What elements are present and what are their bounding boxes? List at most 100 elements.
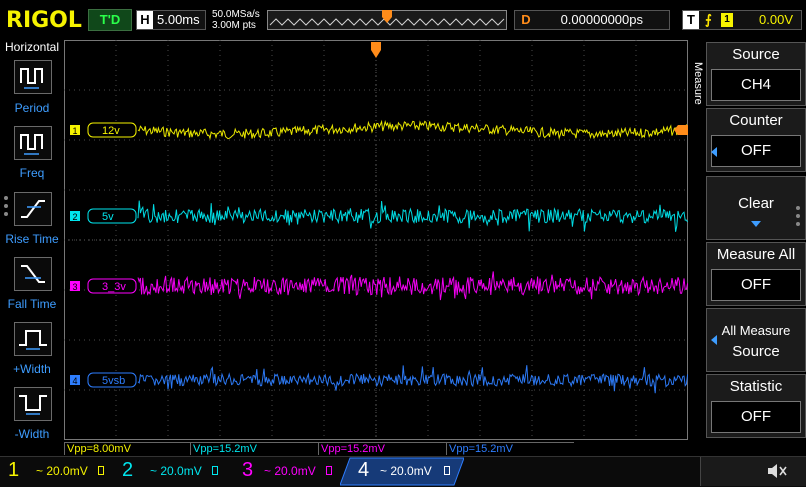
trigger-time-marker-icon (371, 42, 381, 58)
top-status-bar: RIGOL T'D H 5.00ms 50.0MSa/s 3.00M pts D… (0, 0, 806, 38)
ch1-vpp-readout: Vpp=8.00mV (64, 442, 190, 455)
measure-all-value: OFF (711, 269, 801, 301)
clear-down-arrow-icon (751, 221, 761, 227)
ch3-tab[interactable]: 3 ~ 20.0mV (228, 457, 340, 485)
trigger-source: 1 (721, 13, 733, 27)
svg-text:4: 4 (73, 376, 78, 386)
measure-menu: Measure Source CH4 Counter OFF Clear Mea… (692, 42, 806, 486)
clear-menu-item[interactable]: Clear (706, 176, 806, 240)
period-icon (20, 68, 43, 89)
all-measure-title: All Measure (721, 323, 791, 338)
fall-time-icon (21, 265, 45, 283)
horizontal-timebase[interactable]: H 5.00ms (136, 10, 206, 30)
rise-time-icon (21, 200, 45, 218)
brand-logo: RIGOL (6, 8, 82, 33)
rising-edge-icon: ⨍ (705, 12, 712, 27)
ch2-scale: ~ 20.0mV (150, 464, 202, 478)
delay-readout[interactable]: D 0.00000000ps (514, 10, 670, 30)
ch1-tab[interactable]: 1 ~ 20.0mV (0, 457, 112, 485)
all-measure-source-label: Source (732, 343, 780, 360)
memory-overview-strip[interactable] (267, 10, 507, 30)
statistic-menu-item[interactable]: Statistic OFF (706, 374, 806, 438)
measure-all-title: Measure All (716, 246, 796, 263)
ch3-bw-icon (326, 466, 332, 475)
ch2-tab[interactable]: 2 ~ 20.0mV (114, 457, 226, 485)
timebase-value: 5.00ms (157, 12, 200, 27)
svg-text:5vsb: 5vsb (102, 375, 125, 387)
horizontal-measure-panel: Horizontal Period Freq Rise Time Fall Ti… (0, 40, 64, 444)
counter-title: Counter (729, 112, 783, 129)
waveform-display[interactable]: 1 12v 2 5v 3 3_3v 4 5vsb (64, 40, 688, 440)
svg-text:12v: 12v (102, 125, 120, 137)
svg-text:2: 2 (73, 212, 78, 222)
all-measure-source-menu-item[interactable]: All Measure Source (706, 308, 806, 372)
fall-time-button[interactable] (14, 257, 52, 291)
freq-icon (20, 134, 43, 155)
statistic-title: Statistic (729, 378, 783, 395)
ch2-vpp-readout: Vpp=15.2mV (190, 442, 318, 455)
delay-label: D (521, 12, 531, 27)
trigger-position-marker-icon (382, 10, 392, 23)
period-label: Period (14, 101, 50, 115)
neg-width-button[interactable] (14, 387, 52, 421)
measure-all-menu-item[interactable]: Measure All OFF (706, 242, 806, 306)
svg-text:5v: 5v (102, 211, 114, 223)
ch3-label-tag: 3 3_3v (70, 278, 137, 294)
pos-width-button[interactable] (14, 322, 52, 356)
ch4-vpp-readout: Vpp=15.2mV (446, 442, 574, 455)
right-page-dots-icon (796, 206, 800, 230)
ch4-scale: ~ 20.0mV (380, 464, 432, 478)
trigger-label: T (683, 11, 699, 29)
neg-width-label: -Width (14, 427, 50, 441)
page-dots-icon (4, 196, 8, 220)
ch1-number: 1 (8, 459, 20, 481)
ch4-waveform (137, 365, 688, 394)
measure-side-label: Measure (692, 62, 704, 105)
source-value: CH4 (711, 69, 801, 101)
ch2-number: 2 (122, 459, 134, 481)
counter-menu-item[interactable]: Counter OFF (706, 108, 806, 172)
ch4-bw-icon (444, 466, 450, 475)
ch1-bw-icon (98, 466, 104, 475)
period-button[interactable] (14, 60, 52, 94)
rise-time-button[interactable] (14, 192, 52, 226)
counter-value: OFF (711, 135, 801, 167)
svg-text:3_3v: 3_3v (102, 281, 126, 293)
sample-rate: 50.0MSa/s (212, 9, 260, 20)
fall-time-label: Fall Time (7, 297, 57, 311)
delay-value: 0.00000000ps (560, 12, 643, 27)
ch4-tab[interactable]: 4 ~ 20.0mV (340, 457, 464, 486)
pos-width-icon (19, 330, 47, 350)
memory-depth: 3.00M pts (212, 20, 256, 31)
freq-label: Freq (19, 166, 45, 180)
rise-time-label: Rise Time (5, 232, 59, 246)
sampling-info: 50.0MSa/s 3.00M pts (212, 9, 260, 31)
clear-title: Clear (738, 195, 774, 212)
counter-arrow-icon (711, 147, 717, 157)
ch3-vpp-readout: Vpp=15.2mV (318, 442, 446, 455)
trigger-readout[interactable]: T ⨍ 1 0.00V (682, 10, 802, 30)
trigger-level: 0.00V (759, 12, 793, 27)
ch2-label-tag: 2 5v (70, 208, 137, 224)
source-title: Source (732, 46, 780, 63)
ch3-scale: ~ 20.0mV (264, 464, 316, 478)
run-state-badge[interactable]: T'D (88, 9, 132, 31)
ch2-bw-icon (212, 466, 218, 475)
source-menu-item[interactable]: Source CH4 (706, 42, 806, 106)
horizontal-label: H (137, 11, 153, 29)
svg-text:1: 1 (73, 126, 78, 136)
ch4-label-tag: 4 5vsb (70, 372, 137, 388)
ch1-label-tag: 1 12v (70, 122, 137, 138)
pos-width-label: +Width (13, 362, 51, 376)
ch3-number: 3 (242, 459, 254, 481)
all-measure-arrow-icon (711, 335, 717, 345)
channel-status-bar: 1 ~ 20.0mV 2 ~ 20.0mV 3 ~ 20.0mV 4 ~ 20.… (0, 456, 806, 487)
ch1-scale: ~ 20.0mV (36, 464, 88, 478)
statistic-value: OFF (711, 401, 801, 433)
ch4-number: 4 (358, 459, 370, 481)
svg-text:3: 3 (73, 282, 78, 292)
freq-button[interactable] (14, 126, 52, 160)
neg-width-icon (19, 395, 47, 415)
panel-title: Horizontal (4, 40, 60, 54)
graticule: 1 12v 2 5v 3 3_3v 4 5vsb (64, 40, 688, 440)
